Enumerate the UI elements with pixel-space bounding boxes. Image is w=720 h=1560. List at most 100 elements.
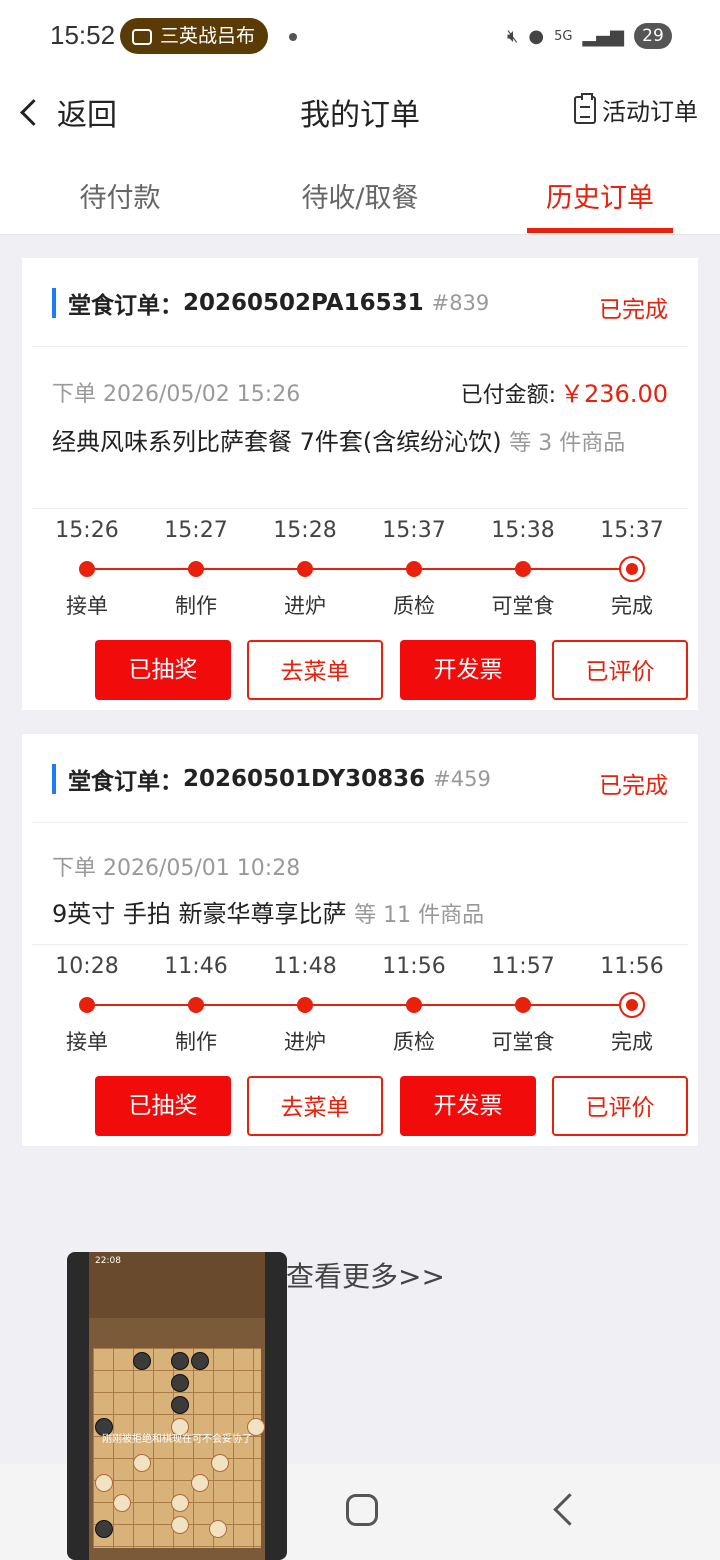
order-accent-bar [52,764,56,794]
clipboard-icon [574,92,596,124]
item-name: 9英寸 手拍 新豪华尊享比萨 [52,900,347,928]
menu-button[interactable]: 去菜单 [247,640,383,700]
timeline-dot [297,561,313,577]
order-type: 堂食订单： [68,769,183,795]
lottery-button[interactable]: 已抽奖 [95,640,231,700]
tab-pending-pickup[interactable]: 待收/取餐 [280,176,440,215]
pip-video-content: 22:08 刚刚被拒绝和棋现在可不会妥协了 [89,1252,265,1560]
order-timeline: 10:28 接单 11:46 制作 11:48 进炉 11:56 质检 11:57 可堂食… [32,954,688,1064]
chess-piece [171,1352,189,1370]
timeline-dot [406,997,422,1013]
timeline-time: 15:37 [382,518,446,543]
timeline-time: 15:37 [600,518,664,543]
order-items: 9英寸 手拍 新豪华尊享比萨 等 11 件商品 [52,894,658,936]
activity-orders-label: 活动订单 [602,98,698,126]
timeline-label: 质检 [393,594,435,618]
timeline-time: 15:38 [491,518,555,543]
status-time: 15:52 [50,20,116,50]
pip-time: 22:08 [95,1256,121,1266]
timeline-time: 11:56 [382,954,446,979]
chess-piece [95,1474,113,1492]
order-items: 经典风味系列比萨套餐 7件套(含缤纷沁饮) 等 3 件商品 [52,422,658,464]
item-count: 等 11 件商品 [354,903,485,928]
notification-dot [289,33,297,41]
timeline-dot [406,561,422,577]
timeline-label: 可堂食 [491,594,555,618]
timeline-label: 完成 [611,1030,653,1054]
status-icons: 🔇︎ ● 5G ▂▄▆ 29 [507,18,672,54]
timeline-time: 15:26 [55,518,119,543]
chess-piece [113,1494,131,1512]
order-number: 20260502PA16531 [183,290,424,316]
order-type: 堂食订单： [68,293,183,319]
home-button[interactable] [346,1494,378,1526]
order-tabs: 待付款 待收/取餐 历史订单 [0,152,720,235]
timeline-line [87,1004,633,1006]
chess-piece [95,1520,113,1538]
order-card[interactable]: 堂食订单： 20260501DY30836 #459 已完成 下单 2026/0… [22,734,698,1146]
timeline-dot [297,997,313,1013]
review-button[interactable]: 已评价 [552,640,688,700]
timeline-label: 制作 [175,1030,217,1054]
timeline-line [87,568,633,570]
timeline-dot [515,561,531,577]
timeline-final-dot [619,992,645,1018]
timeline-dot [79,561,95,577]
timeline-dot [188,561,204,577]
chess-piece [171,1374,189,1392]
invoice-button[interactable]: 开发票 [400,640,536,700]
paid-label: 已付金额: [460,383,557,408]
order-queue-number: #459 [433,767,491,791]
timeline-label: 质检 [393,1030,435,1054]
order-status: 已完成 [599,773,668,799]
pip-caption: 刚刚被拒绝和棋现在可不会妥协了 [102,1434,252,1445]
mute-icon: 🔇︎ [507,25,519,47]
order-actions: 已抽奖 去菜单 开发票 已评价 [95,640,689,700]
timeline-time: 11:56 [600,954,664,979]
order-time: 下单 2026/05/01 10:28 [52,856,301,881]
paid-amount: ￥236.00 [560,380,668,408]
order-timeline: 15:26 接单 15:27 制作 15:28 进炉 15:37 质检 15:38 可堂食… [32,518,688,628]
tab-history[interactable]: 历史订单 [520,176,680,215]
divider [32,822,688,823]
timeline-dot [79,997,95,1013]
timeline-label: 完成 [611,594,653,618]
chess-piece [171,1516,189,1534]
timeline-label: 可堂食 [491,1030,555,1054]
order-actions: 已抽奖 去菜单 开发票 已评价 [95,1076,689,1136]
invoice-button[interactable]: 开发票 [400,1076,536,1136]
timeline-time: 15:28 [273,518,337,543]
order-header: 堂食订单： 20260502PA16531 #839 [52,286,489,320]
media-pill-text: 三英战吕布 [160,25,256,47]
chess-piece [133,1454,151,1472]
lottery-button[interactable]: 已抽奖 [95,1076,231,1136]
chess-piece [211,1454,229,1472]
timeline-label: 接单 [66,594,108,618]
timeline-time: 11:46 [164,954,228,979]
order-accent-bar [52,288,56,318]
nav-bar: 返回 我的订单 活动订单 [0,72,720,152]
media-pill[interactable]: 三英战吕布 [120,18,268,54]
timeline-time: 10:28 [55,954,119,979]
tab-pending-payment[interactable]: 待付款 [40,176,200,215]
tv-icon [132,29,152,45]
review-button[interactable]: 已评价 [552,1076,688,1136]
view-more-link[interactable]: 查看更多>> [286,1255,445,1295]
active-tab-indicator [527,228,673,233]
order-header: 堂食订单： 20260501DY30836 #459 [52,762,491,796]
menu-button[interactable]: 去菜单 [247,1076,383,1136]
order-card[interactable]: 堂食订单： 20260502PA16531 #839 已完成 下单 2026/0… [22,258,698,710]
network-label: 5G [554,28,573,44]
timeline-final-dot [619,556,645,582]
chess-board [93,1348,265,1548]
activity-orders-button[interactable]: 活动订单 [574,92,698,127]
timeline-dot [188,997,204,1013]
divider [32,508,688,509]
order-time: 下单 2026/05/02 15:26 [52,382,301,407]
chess-piece [209,1520,227,1538]
chess-piece [191,1474,209,1492]
timeline-label: 制作 [175,594,217,618]
chess-piece [171,1494,189,1512]
pip-video-window[interactable]: 22:08 刚刚被拒绝和棋现在可不会妥协了 [67,1252,287,1560]
order-queue-number: #839 [431,291,490,315]
